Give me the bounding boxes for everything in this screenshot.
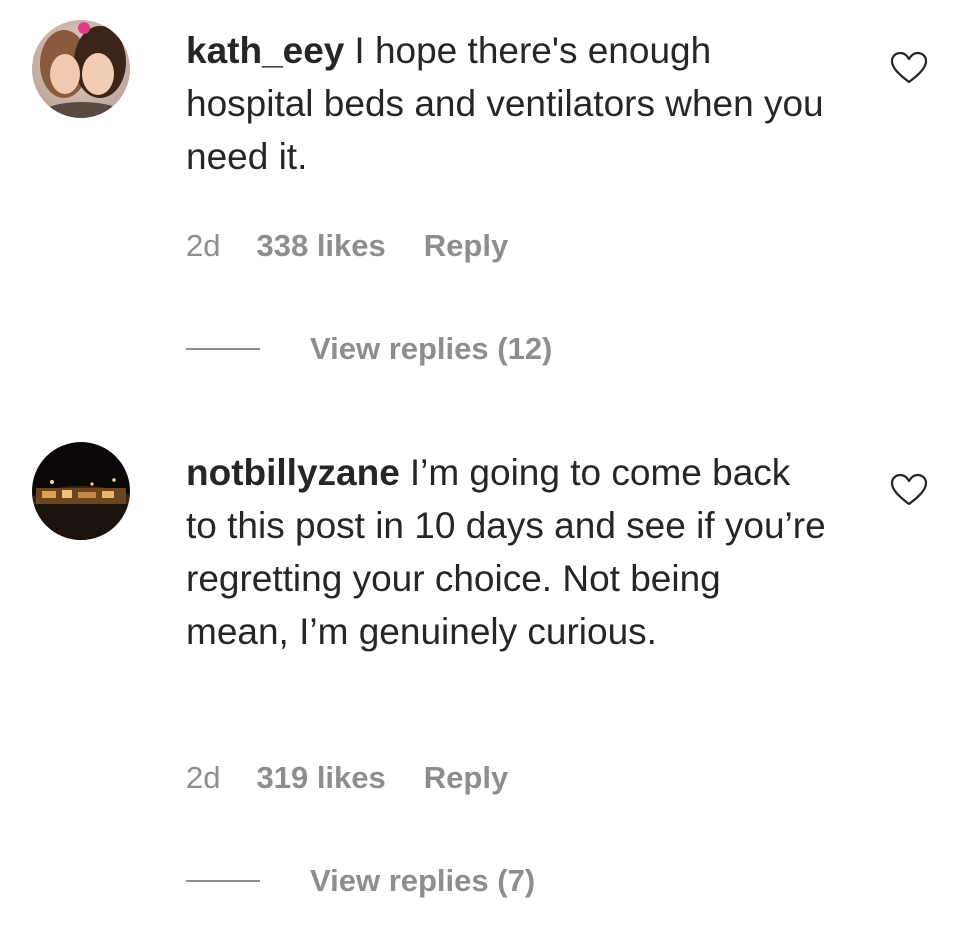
reply-button[interactable]: Reply bbox=[424, 228, 508, 263]
avatar[interactable] bbox=[32, 442, 130, 540]
view-replies-button[interactable]: View replies (12) bbox=[186, 331, 552, 367]
replies-divider bbox=[186, 348, 260, 350]
avatar-photo bbox=[32, 442, 130, 540]
heart-outline-icon bbox=[890, 473, 928, 506]
comment-item: kath_eey I hope there's enough hospital b… bbox=[0, 0, 980, 400]
comment-time[interactable]: 2d bbox=[186, 760, 220, 795]
view-replies-label: View replies (7) bbox=[310, 863, 536, 898]
like-button[interactable] bbox=[890, 51, 928, 85]
comment-meta: 2d 338 likes Reply bbox=[186, 228, 508, 264]
comment-body: notbillyzane I’m going to come back to th… bbox=[186, 446, 826, 658]
replies-divider bbox=[186, 880, 260, 882]
comment-username[interactable]: notbillyzane bbox=[186, 452, 400, 493]
avatar-photo bbox=[32, 20, 130, 118]
comment-likes[interactable]: 319 likes bbox=[256, 760, 385, 795]
comment-meta: 2d 319 likes Reply bbox=[186, 760, 508, 796]
reply-button[interactable]: Reply bbox=[424, 760, 508, 795]
like-button[interactable] bbox=[890, 473, 928, 507]
comment-body: kath_eey I hope there's enough hospital b… bbox=[186, 24, 826, 183]
heart-outline-icon bbox=[890, 51, 928, 84]
comment-time[interactable]: 2d bbox=[186, 228, 220, 263]
comment-username[interactable]: kath_eey bbox=[186, 30, 344, 71]
avatar[interactable] bbox=[32, 20, 130, 118]
view-replies-button[interactable]: View replies (7) bbox=[186, 863, 535, 899]
view-replies-label: View replies (12) bbox=[310, 331, 553, 366]
comment-likes[interactable]: 338 likes bbox=[256, 228, 385, 263]
comment-item: notbillyzane I’m going to come back to th… bbox=[0, 420, 980, 938]
